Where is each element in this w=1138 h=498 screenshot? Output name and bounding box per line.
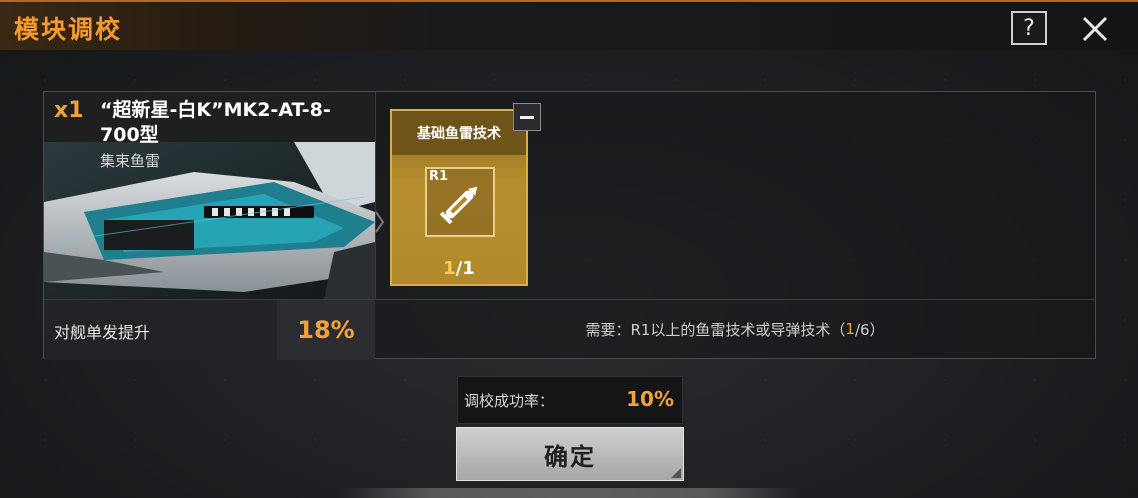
- minus-icon: [520, 115, 534, 119]
- module-type: 集束鱼雷: [100, 152, 161, 170]
- stat-value: 18%: [277, 300, 375, 360]
- material-icon-frame: R1: [425, 167, 495, 237]
- help-icon: ?: [1023, 15, 1035, 41]
- module-tuning-screen: 模块调校 ? x1 “超新星-白K”MK2-AT-8-700型 集束鱼雷 对舰单…: [0, 0, 1138, 498]
- remove-material-button[interactable]: [513, 103, 541, 131]
- material-name: 基础鱼雷技术: [392, 111, 526, 155]
- material-count: 1/1: [443, 258, 475, 279]
- torpedo-icon: [439, 186, 478, 225]
- chevron-right-icon: [375, 210, 385, 234]
- page-title: 模块调校: [14, 15, 123, 44]
- tuning-panel: x1 “超新星-白K”MK2-AT-8-700型 集束鱼雷 对舰单发提升 18%…: [43, 91, 1096, 360]
- help-button[interactable]: ?: [1011, 11, 1047, 45]
- material-slot[interactable]: 基础鱼雷技术 R1 1/1: [390, 109, 528, 286]
- success-rate-box: 调校成功率： 10%: [457, 376, 683, 424]
- module-image: [44, 142, 375, 299]
- success-rate-value: 10%: [626, 387, 674, 411]
- title-bar: 模块调校 ?: [0, 0, 1138, 50]
- success-rate-label: 调校成功率：: [464, 392, 555, 410]
- confirm-button[interactable]: 确定: [456, 427, 684, 481]
- module-card: x1 “超新星-白K”MK2-AT-8-700型 集束鱼雷: [44, 92, 376, 299]
- close-icon: [1082, 16, 1108, 42]
- module-quantity: x1: [54, 98, 84, 123]
- bottom-hint-fade: [340, 488, 800, 498]
- stat-row: 对舰单发提升 18%: [44, 299, 375, 360]
- module-name: “超新星-白K”MK2-AT-8-700型: [100, 99, 331, 146]
- stat-label: 对舰单发提升: [54, 323, 151, 342]
- close-button[interactable]: [1078, 12, 1112, 46]
- requirement-text: 需要：R1以上的鱼雷技术或导弹技术（ 1/6）: [585, 320, 885, 339]
